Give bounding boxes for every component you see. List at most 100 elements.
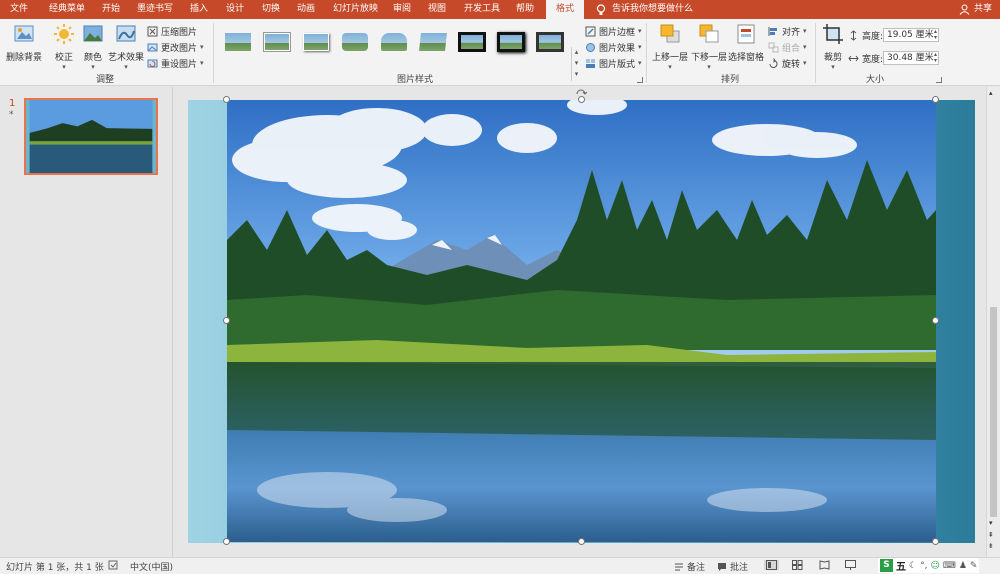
picture-style-6[interactable] <box>416 28 448 54</box>
slide-sorter-button[interactable] <box>792 560 803 570</box>
picture-border-button[interactable]: 图片边框 ▾ <box>585 24 642 38</box>
remove-background-button[interactable]: 删除背景 <box>5 23 43 63</box>
notes-button[interactable]: 备注 <box>674 560 705 573</box>
wrench-icon[interactable]: ✎ <box>970 561 978 571</box>
scroll-up-icon[interactable]: ▴ <box>989 89 993 97</box>
ime-logo-icon[interactable]: S <box>880 559 893 572</box>
change-picture-button[interactable]: 更改图片 ▾ <box>147 40 204 54</box>
resize-handle-top[interactable] <box>578 96 585 103</box>
chevron-up-icon[interactable]: ▴ <box>572 47 581 58</box>
spinner-icon[interactable]: ▴ ▾ <box>934 52 937 64</box>
tab-ink[interactable]: 墨迹书写 <box>133 0 177 19</box>
picture-style-9[interactable] <box>533 28 565 54</box>
next-slide-icon[interactable]: ⇟ <box>988 542 994 550</box>
resize-handle-top-left[interactable] <box>223 96 230 103</box>
previous-slide-icon[interactable]: ⇞ <box>988 531 994 539</box>
resize-handle-left[interactable] <box>223 317 230 324</box>
corrections-label: 校正 <box>54 53 73 63</box>
picture-style-7[interactable] <box>455 28 487 54</box>
comments-button[interactable]: 批注 <box>717 560 748 573</box>
punctuation-icon[interactable]: °, <box>920 561 927 571</box>
language-status[interactable]: 中文(中国) <box>130 560 173 573</box>
gallery-scroll[interactable]: ▴ ▾ ▾ <box>571 47 581 81</box>
crop-button[interactable]: 裁剪 ▾ <box>820 23 846 71</box>
chevron-down-icon[interactable]: ▾ <box>572 58 581 69</box>
tell-me-box[interactable]: 告诉我你想要做什么 <box>596 0 693 19</box>
ime-mode-icon[interactable]: 五 <box>896 558 906 573</box>
height-input[interactable]: 19.05 厘米 ▴ ▾ <box>883 28 939 42</box>
group-button[interactable]: 组合 ▾ <box>768 40 807 54</box>
keyboard-icon[interactable]: ⌨ <box>943 561 956 571</box>
chevron-down-icon: ▾ <box>803 27 807 35</box>
tab-transitions[interactable]: 切换 <box>258 0 284 19</box>
share-button[interactable]: 共享 <box>959 0 992 19</box>
picture-style-1[interactable] <box>221 28 253 54</box>
notes-icon <box>675 563 683 570</box>
tab-insert[interactable]: 插入 <box>186 0 212 19</box>
resize-handle-bottom-right[interactable] <box>932 538 939 545</box>
moon-icon[interactable]: ☾ <box>909 561 917 571</box>
dialog-launcher-icon[interactable] <box>936 77 942 83</box>
more-icon[interactable]: ▾ <box>572 69 581 80</box>
align-button[interactable]: 对齐 ▾ <box>768 24 807 38</box>
width-input[interactable]: 30.48 厘米 ▴ ▾ <box>883 51 939 65</box>
tab-review[interactable]: 审阅 <box>389 0 415 19</box>
reset-picture-icon <box>147 59 158 67</box>
corrections-button[interactable]: 校正 ▾ <box>51 23 77 71</box>
resize-handle-right[interactable] <box>932 317 939 324</box>
emoji-icon[interactable]: ☺ <box>930 561 939 571</box>
height-icon <box>850 29 857 41</box>
slideshow-button[interactable] <box>845 560 856 570</box>
bring-forward-button[interactable]: 上移一层 ▾ <box>651 23 689 71</box>
compress-pictures-button[interactable]: 压缩图片 <box>147 24 197 38</box>
tab-design[interactable]: 设计 <box>222 0 248 19</box>
picture-layout-button[interactable]: 图片版式 ▾ <box>585 56 642 70</box>
picture-style-5[interactable] <box>377 28 409 54</box>
tab-help[interactable]: 帮助 <box>512 0 538 19</box>
lightbulb-icon <box>596 3 606 15</box>
picture-style-4[interactable] <box>338 28 370 54</box>
landscape-picture[interactable] <box>227 100 936 542</box>
scroll-down-icon[interactable]: ▾ <box>989 519 993 527</box>
slide-thumbnail[interactable] <box>24 98 158 175</box>
picture-effects-button[interactable]: 图片效果 ▾ <box>585 40 642 54</box>
artistic-effects-button[interactable]: 艺术效果 ▾ <box>108 23 144 71</box>
tab-view[interactable]: 视图 <box>424 0 450 19</box>
selection-pane-button[interactable]: 选择窗格 <box>728 23 764 63</box>
share-label: 共享 <box>973 4 992 14</box>
ime-toolbar[interactable]: S 五 ☾ °, ☺ ⌨ ♟ ✎ <box>878 558 980 573</box>
color-button[interactable]: 颜色 ▾ <box>80 23 106 71</box>
tab-home[interactable]: 开始 <box>98 0 124 19</box>
accessibility-icon[interactable] <box>108 560 118 570</box>
picture-style-3[interactable] <box>299 28 331 54</box>
normal-view-icon <box>766 560 777 570</box>
spinner-icon[interactable]: ▴ ▾ <box>934 29 937 41</box>
normal-view-button[interactable] <box>764 560 779 570</box>
slide-thumbnail-pane: 1 * <box>0 87 173 557</box>
resize-handle-top-right[interactable] <box>932 96 939 103</box>
rotate-handle-icon[interactable] <box>575 86 587 96</box>
scrollbar-thumb[interactable] <box>990 307 997 517</box>
tab-slideshow[interactable]: 幻灯片放映 <box>329 0 382 19</box>
vertical-scrollbar[interactable]: ▴ ▾ ⇞ ⇟ <box>986 87 1000 557</box>
resize-handle-bottom[interactable] <box>578 538 585 545</box>
tab-format[interactable]: 格式 <box>546 0 584 19</box>
reading-view-button[interactable] <box>819 560 830 570</box>
rotate-button[interactable]: 旋转 ▾ <box>768 56 807 70</box>
chevron-down-icon: ▾ <box>803 43 807 51</box>
send-backward-button[interactable]: 下移一层 ▾ <box>690 23 728 71</box>
picture-style-8[interactable] <box>494 28 526 54</box>
chevron-down-icon: ▾ <box>200 59 204 67</box>
user-icon[interactable]: ♟ <box>959 561 967 571</box>
tab-animations[interactable]: 动画 <box>293 0 319 19</box>
reset-picture-button[interactable]: 重设图片 ▾ <box>147 56 204 70</box>
dialog-launcher-icon[interactable] <box>637 77 643 83</box>
picture-style-2[interactable] <box>260 28 292 54</box>
style-preview <box>303 33 329 51</box>
tab-classic-menu[interactable]: 经典菜单 <box>45 0 89 19</box>
tab-developer[interactable]: 开发工具 <box>460 0 504 19</box>
selection-pane-icon <box>737 24 755 44</box>
tab-file[interactable]: 文件 <box>6 0 32 19</box>
resize-handle-bottom-left[interactable] <box>223 538 230 545</box>
chevron-down-icon: ▾ <box>803 59 807 67</box>
